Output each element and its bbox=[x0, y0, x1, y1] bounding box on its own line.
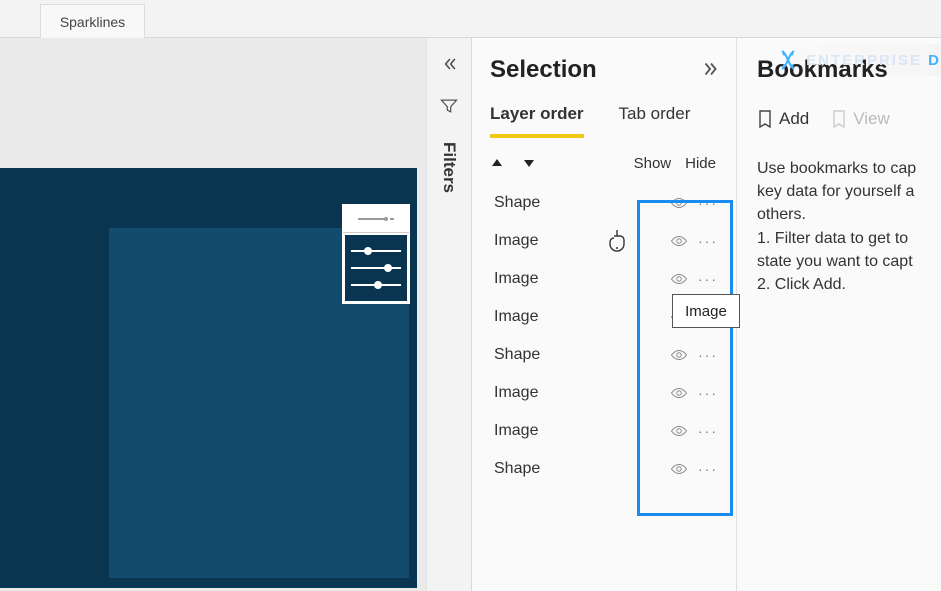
bookmark-view-icon bbox=[831, 109, 847, 129]
watermark-word-b: D bbox=[928, 52, 941, 69]
layer-item[interactable]: Shape ··· bbox=[490, 336, 722, 374]
more-options-icon[interactable]: ··· bbox=[698, 385, 718, 401]
layer-item-label: Image bbox=[494, 308, 538, 326]
visibility-icon[interactable] bbox=[670, 463, 688, 475]
visibility-icon[interactable] bbox=[670, 425, 688, 437]
more-options-icon[interactable]: ··· bbox=[698, 461, 718, 477]
filter-icon bbox=[439, 96, 459, 116]
desc-line: key data for yourself a bbox=[757, 180, 941, 203]
layer-list: Shape ··· Image ··· Image ··· Image bbox=[490, 184, 722, 488]
mouse-cursor-icon bbox=[608, 228, 626, 252]
tab-label: Layer order bbox=[490, 104, 584, 123]
desc-line: 2. Click Add. bbox=[757, 273, 941, 296]
more-options-icon[interactable]: ··· bbox=[698, 195, 718, 211]
bookmarks-pane: Bookmarks Add View Use bookmarks to cap … bbox=[737, 38, 941, 591]
move-up-icon[interactable] bbox=[490, 156, 504, 170]
visibility-icon[interactable] bbox=[670, 197, 688, 209]
watermark-text: ENTERPRISE D bbox=[806, 52, 941, 69]
slider-track[interactable] bbox=[351, 267, 401, 269]
bookmark-add-label: Add bbox=[779, 109, 809, 129]
tab-tab-order[interactable]: Tab order bbox=[619, 104, 691, 138]
visibility-icon[interactable] bbox=[670, 387, 688, 399]
layer-item[interactable]: Image ··· bbox=[490, 222, 722, 260]
desc-line: state you want to capt bbox=[757, 250, 941, 273]
layer-item-label: Image bbox=[494, 232, 538, 250]
chevron-right-double-icon bbox=[700, 58, 722, 80]
slicer-header bbox=[343, 205, 409, 233]
watermark-word-a: ENTERPRISE bbox=[806, 52, 922, 69]
more-options-icon[interactable]: ··· bbox=[698, 233, 718, 249]
selection-title: Selection bbox=[490, 56, 597, 84]
tab-label: Tab order bbox=[619, 104, 691, 123]
layer-item-label: Image bbox=[494, 384, 538, 402]
slicer-body[interactable] bbox=[343, 233, 409, 303]
more-options-icon[interactable]: ··· bbox=[698, 423, 718, 439]
layer-item[interactable]: Shape ··· bbox=[490, 184, 722, 222]
desc-line: Use bookmarks to cap bbox=[757, 157, 941, 180]
expand-left-icon[interactable] bbox=[439, 54, 459, 74]
layer-item[interactable]: Image ··· bbox=[490, 260, 722, 298]
bookmarks-description: Use bookmarks to cap key data for yourse… bbox=[757, 157, 941, 296]
bookmark-add-button[interactable]: Add bbox=[757, 109, 809, 129]
slider-track[interactable] bbox=[351, 284, 401, 286]
collapse-pane-button[interactable] bbox=[700, 58, 722, 83]
filters-pane-collapsed[interactable]: Filters bbox=[427, 38, 472, 591]
layer-item-label: Shape bbox=[494, 460, 540, 478]
top-ribbon: Sparklines bbox=[0, 0, 941, 38]
layer-item-label: Shape bbox=[494, 346, 540, 364]
desc-line: others. bbox=[757, 203, 941, 226]
more-options-icon[interactable]: ··· bbox=[698, 271, 718, 287]
column-hide-label: Hide bbox=[685, 155, 716, 172]
report-canvas[interactable] bbox=[0, 38, 425, 591]
tooltip: Image bbox=[672, 294, 740, 328]
move-down-icon[interactable] bbox=[522, 156, 536, 170]
slider-track[interactable] bbox=[351, 250, 401, 252]
tab-layer-order[interactable]: Layer order bbox=[490, 104, 584, 138]
layer-item-label: Shape bbox=[494, 194, 540, 212]
more-options-icon[interactable]: ··· bbox=[698, 347, 718, 363]
filters-pane-label: Filters bbox=[439, 142, 459, 193]
bookmark-view-button: View bbox=[831, 109, 890, 129]
bookmark-view-label: View bbox=[853, 109, 890, 129]
visibility-icon[interactable] bbox=[670, 349, 688, 361]
slider-preview-icon bbox=[356, 211, 396, 227]
layer-item[interactable]: Shape ··· bbox=[490, 450, 722, 488]
visibility-icon[interactable] bbox=[670, 273, 688, 285]
column-show-label: Show bbox=[634, 155, 672, 172]
ribbon-tab-label: Sparklines bbox=[60, 14, 125, 30]
desc-line: 1. Filter data to get to bbox=[757, 227, 941, 250]
slicer-visual[interactable] bbox=[342, 204, 410, 304]
layer-item[interactable]: Image ··· bbox=[490, 412, 722, 450]
watermark-logo: ENTERPRISE D bbox=[766, 44, 941, 76]
visibility-icon[interactable] bbox=[670, 235, 688, 247]
bookmark-add-icon bbox=[757, 109, 773, 129]
layer-item[interactable]: Image ··· bbox=[490, 374, 722, 412]
layer-item-label: Image bbox=[494, 270, 538, 288]
layer-item-label: Image bbox=[494, 422, 538, 440]
ribbon-tab-sparklines[interactable]: Sparklines bbox=[40, 4, 145, 38]
tooltip-text: Image bbox=[685, 303, 727, 320]
dna-icon bbox=[776, 48, 800, 72]
